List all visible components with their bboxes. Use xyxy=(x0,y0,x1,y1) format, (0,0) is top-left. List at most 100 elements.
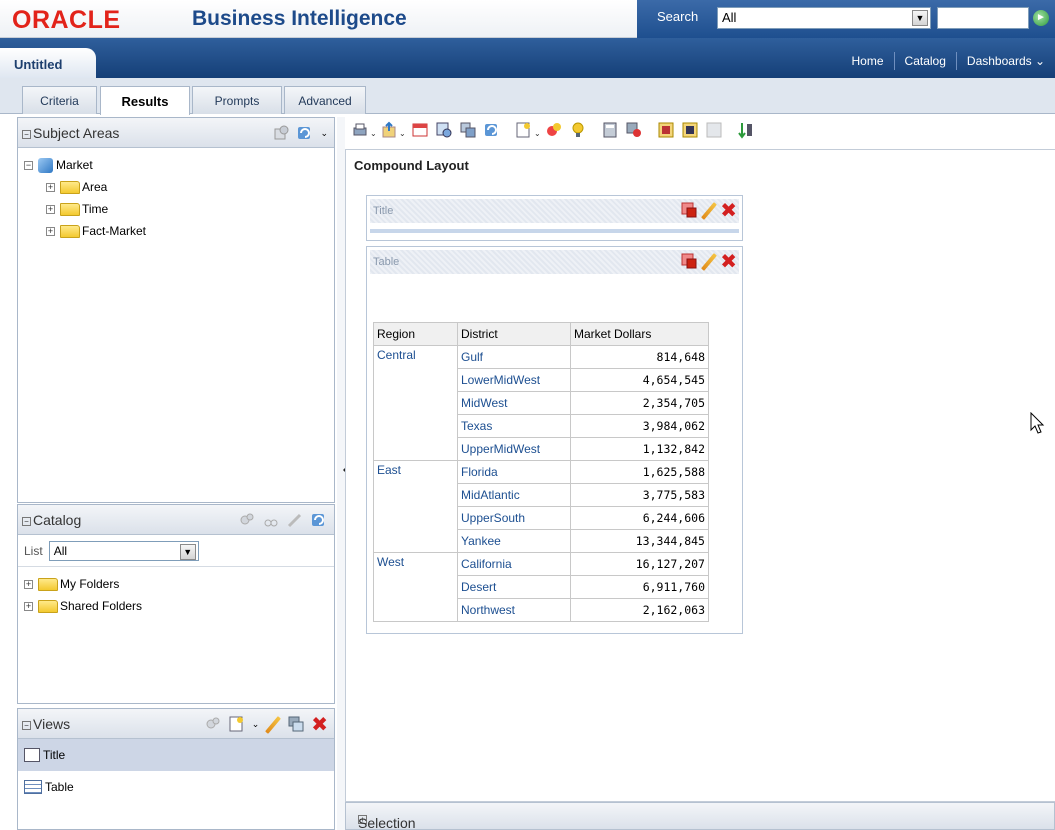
table-view-header[interactable]: Table ✖ xyxy=(370,250,739,274)
edit-icon[interactable] xyxy=(286,511,304,529)
district-cell[interactable]: California xyxy=(457,552,571,576)
expand-icon[interactable]: + xyxy=(46,204,55,214)
district-cell[interactable]: Northwest xyxy=(457,598,571,622)
export-icon[interactable] xyxy=(380,121,398,139)
chevron-down-icon[interactable]: ⌄ xyxy=(370,129,377,138)
region-cell[interactable]: East xyxy=(373,460,458,553)
column-header-district[interactable]: District xyxy=(457,322,571,346)
document-tab[interactable]: Untitled xyxy=(0,48,96,78)
sort-icon[interactable] xyxy=(737,121,755,139)
district-cell[interactable]: Desert xyxy=(457,575,571,599)
view-name: Title xyxy=(373,205,394,217)
chevron-down-icon[interactable]: ⌄ xyxy=(320,124,328,142)
district-cell[interactable]: MidAtlantic xyxy=(457,483,571,507)
catalog-list-filter: List All ▼ xyxy=(18,535,334,567)
title-view-icon xyxy=(24,748,40,762)
advanced-icon[interactable] xyxy=(681,121,699,139)
district-cell[interactable]: LowerMidWest xyxy=(457,368,571,392)
properties-icon[interactable] xyxy=(657,121,675,139)
edit-icon[interactable] xyxy=(701,253,718,271)
chevron-down-icon[interactable]: ⌄ xyxy=(252,715,260,735)
expand-icon[interactable]: + xyxy=(46,226,55,236)
duplicate-view-icon[interactable] xyxy=(287,715,305,733)
add-to-layout-icon[interactable] xyxy=(204,715,222,733)
delete-icon[interactable]: ✖ xyxy=(720,251,737,272)
format-container-icon[interactable] xyxy=(680,201,698,219)
tree-item-shared-folders[interactable]: + Shared Folders xyxy=(24,595,334,617)
tab-prompts[interactable]: Prompts xyxy=(192,86,282,114)
views-panel: − Views ⌄ ✖ Title Table xyxy=(17,708,335,830)
district-cell[interactable]: UpperSouth xyxy=(457,506,571,530)
district-cell[interactable]: Yankee xyxy=(457,529,571,553)
title-view-header[interactable]: Title ✖ xyxy=(370,199,739,223)
tree-item-time[interactable]: + Time xyxy=(24,198,334,220)
global-nav-links: Home Catalog Dashboards ⌄ xyxy=(842,52,1055,70)
new-view-icon[interactable] xyxy=(515,121,533,139)
district-cell[interactable]: UpperMidWest xyxy=(457,437,571,461)
expand-icon[interactable]: + xyxy=(24,579,33,589)
collapse-icon[interactable]: − xyxy=(24,160,33,170)
catalog-title[interactable]: − Catalog xyxy=(22,512,81,528)
tab-advanced[interactable]: Advanced xyxy=(284,86,366,114)
district-cell[interactable]: MidWest xyxy=(457,391,571,415)
edit-icon[interactable] xyxy=(265,716,282,734)
format-container-icon[interactable] xyxy=(680,252,698,270)
mouse-cursor-icon xyxy=(1030,412,1045,434)
add-to-criteria-icon[interactable] xyxy=(238,511,256,529)
calculator-icon[interactable] xyxy=(601,121,619,139)
refresh-icon[interactable] xyxy=(296,124,314,142)
tab-criteria[interactable]: Criteria xyxy=(22,86,97,114)
tree-item-fact-market[interactable]: + Fact-Market xyxy=(24,220,334,242)
delete-icon[interactable]: ✖ xyxy=(311,714,328,735)
edit-layout-icon[interactable] xyxy=(545,121,563,139)
column-header-market-dollars[interactable]: Market Dollars xyxy=(570,322,709,346)
results-toolbar: ⌄ ⌄ ⌄ xyxy=(345,117,1055,149)
views-title[interactable]: − Views xyxy=(22,716,70,732)
search-input[interactable] xyxy=(937,7,1029,29)
view-item-table[interactable]: Table xyxy=(18,771,334,803)
tab-results[interactable]: Results xyxy=(100,86,190,115)
chevron-down-icon[interactable]: ▼ xyxy=(179,543,196,560)
region-cell[interactable]: West xyxy=(373,552,458,622)
search-go-icon[interactable]: ► xyxy=(1033,10,1049,26)
edit-icon[interactable] xyxy=(701,202,718,220)
analyze-icon[interactable] xyxy=(435,121,453,139)
new-view-icon[interactable] xyxy=(228,715,246,733)
schedule-icon[interactable] xyxy=(411,121,429,139)
folder-icon xyxy=(60,180,80,194)
view-item-title[interactable]: Title xyxy=(18,739,334,771)
district-cell[interactable]: Gulf xyxy=(457,345,571,369)
tree-item-market[interactable]: − Market xyxy=(24,154,334,176)
filter-icon[interactable] xyxy=(625,121,643,139)
region-cell[interactable]: Central xyxy=(373,345,458,461)
chevron-down-icon[interactable]: ⌄ xyxy=(534,129,541,138)
properties-icon[interactable] xyxy=(262,511,280,529)
collapse-icon[interactable]: − xyxy=(22,721,31,730)
add-column-icon[interactable] xyxy=(272,124,290,142)
copy-icon[interactable] xyxy=(459,121,477,139)
views-header: − Views ⌄ ✖ xyxy=(18,709,334,739)
nav-dashboards-link[interactable]: Dashboards ⌄ xyxy=(955,52,1055,70)
catalog-list-select[interactable]: All ▼ xyxy=(48,540,199,561)
delete-icon[interactable]: ✖ xyxy=(720,200,737,221)
print-icon[interactable] xyxy=(351,121,369,139)
expand-icon[interactable]: + xyxy=(46,182,55,192)
collapse-icon[interactable]: − xyxy=(22,130,31,139)
district-cell[interactable]: Texas xyxy=(457,414,571,438)
subject-areas-title[interactable]: − Subject Areas xyxy=(22,125,119,141)
tree-item-my-folders[interactable]: + My Folders xyxy=(24,573,334,595)
search-scope-select[interactable]: All ▼ xyxy=(717,7,931,29)
tree-item-area[interactable]: + Area xyxy=(24,176,334,198)
nav-home-link[interactable]: Home xyxy=(842,52,894,70)
chevron-down-icon[interactable]: ⌄ xyxy=(399,129,406,138)
selection-steps-bar[interactable]: +Selection Steps xyxy=(345,802,1055,830)
refresh-icon[interactable] xyxy=(483,121,501,139)
district-cell[interactable]: Florida xyxy=(457,460,571,484)
column-header-region[interactable]: Region xyxy=(373,322,458,346)
show-prompts-icon[interactable] xyxy=(569,121,587,139)
collapse-icon[interactable]: − xyxy=(22,517,31,526)
chevron-down-icon[interactable]: ▼ xyxy=(912,10,928,26)
refresh-icon[interactable] xyxy=(310,511,328,529)
expand-icon[interactable]: + xyxy=(24,601,33,611)
nav-catalog-link[interactable]: Catalog xyxy=(893,52,956,70)
